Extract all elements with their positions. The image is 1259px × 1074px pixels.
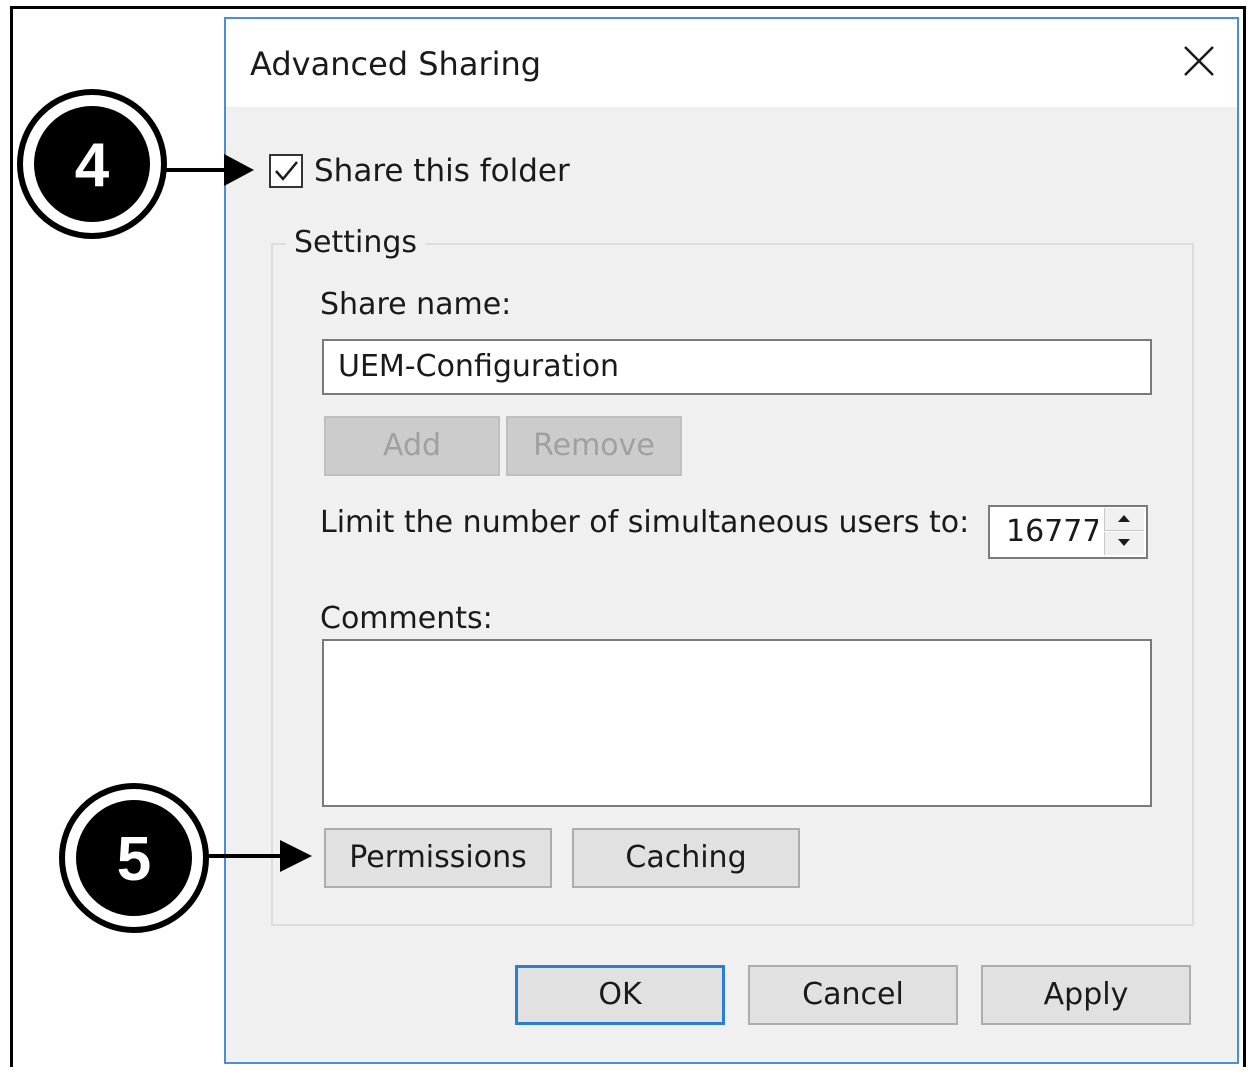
comments-textarea[interactable] xyxy=(322,639,1152,807)
share-folder-checkbox[interactable] xyxy=(269,154,303,188)
arrow-down-icon xyxy=(1118,539,1130,546)
checkmark-icon xyxy=(275,161,298,181)
dialog-title: Advanced Sharing xyxy=(250,45,542,83)
arrow-right-icon xyxy=(280,840,312,872)
close-icon xyxy=(1184,46,1214,76)
share-folder-label[interactable]: Share this folder xyxy=(314,153,570,189)
step-4-callout: 4 xyxy=(17,89,254,239)
title-bar: Advanced Sharing xyxy=(226,19,1237,107)
settings-group-label: Settings xyxy=(286,225,426,260)
user-limit-spinner[interactable]: 16777 xyxy=(988,505,1148,559)
step-4-number: 4 xyxy=(75,131,110,200)
close-button[interactable] xyxy=(1171,35,1227,91)
add-button[interactable]: Add xyxy=(324,416,500,476)
spin-up-button[interactable] xyxy=(1104,508,1144,531)
arrow-right-icon xyxy=(224,154,254,186)
arrow-up-icon xyxy=(1118,515,1130,522)
share-name-label: Share name: xyxy=(320,287,512,322)
spin-down-button[interactable] xyxy=(1104,532,1144,555)
comments-label: Comments: xyxy=(320,601,493,636)
apply-button[interactable]: Apply xyxy=(981,965,1191,1025)
advanced-sharing-dialog: Advanced Sharing Share this folder Setti… xyxy=(224,17,1239,1064)
caching-button[interactable]: Caching xyxy=(572,828,800,888)
ok-button[interactable]: OK xyxy=(515,965,725,1025)
step-5-callout: 5 xyxy=(59,783,312,933)
share-name-input[interactable]: UEM-Configuration xyxy=(322,339,1152,395)
step-5-number: 5 xyxy=(117,825,151,894)
permissions-button[interactable]: Permissions xyxy=(324,828,552,888)
user-limit-value[interactable]: 16777 xyxy=(1006,507,1098,557)
cancel-button[interactable]: Cancel xyxy=(748,965,958,1025)
user-limit-label: Limit the number of simultaneous users t… xyxy=(320,505,970,540)
remove-button[interactable]: Remove xyxy=(506,416,682,476)
